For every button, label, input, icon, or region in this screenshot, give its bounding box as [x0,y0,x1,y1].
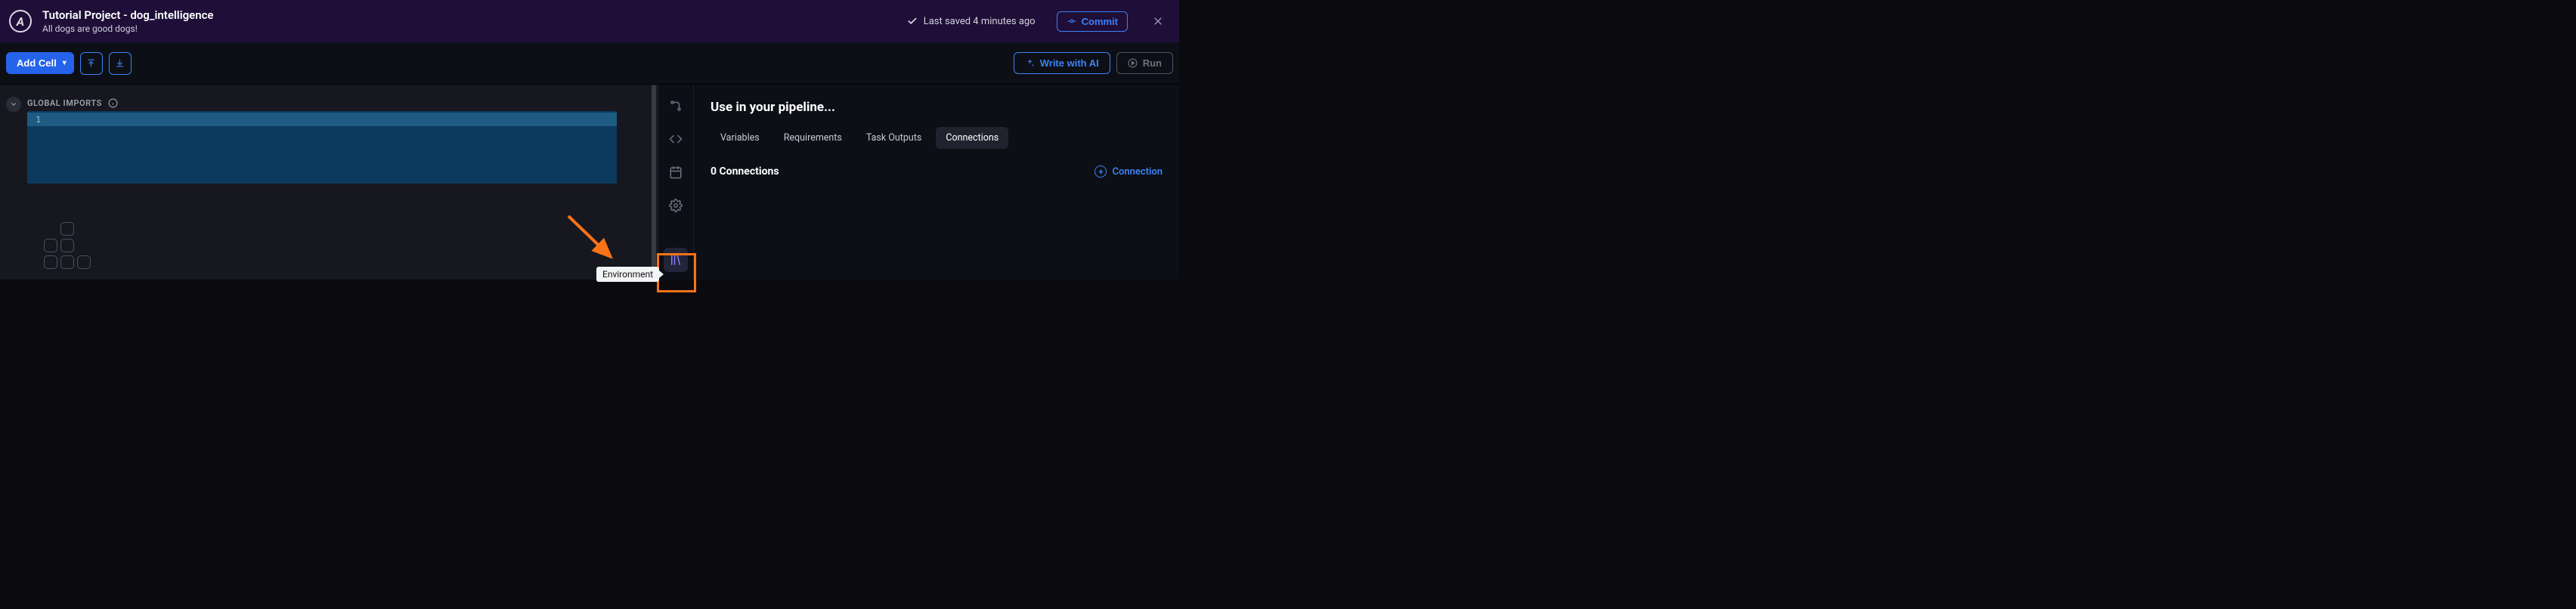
tab-requirements[interactable]: Requirements [774,127,852,149]
tab-task-outputs[interactable]: Task Outputs [856,127,932,149]
scrollbar[interactable] [652,85,656,280]
nav-cell[interactable] [77,255,91,269]
editor-pane: GLOBAL IMPORTS 1 [0,85,658,280]
cell-area: GLOBAL IMPORTS 1 [0,85,658,199]
connections-count: 0 Connections [711,165,779,178]
sparkle-icon [1025,58,1035,68]
panel-tabs: Variables Requirements Task Outputs Conn… [711,127,1163,149]
plus-circle-icon: + [1094,165,1107,178]
run-button[interactable]: Run [1116,52,1173,74]
add-cell-button[interactable]: Add Cell ▾ [6,52,74,74]
insert-above-icon [86,58,96,68]
side-rail: Environment [658,85,694,280]
rail-settings-button[interactable] [664,193,688,218]
gear-icon [669,199,683,212]
play-icon [1128,58,1138,68]
annotation-arrow-icon [565,213,618,263]
commit-label: Commit [1082,16,1118,27]
git-commit-icon [1067,16,1077,26]
cell-navigator[interactable] [44,222,91,269]
project-title: Tutorial Project - dog_intelligence [42,8,213,22]
title-block: Tutorial Project - dog_intelligence All … [42,8,213,34]
rail-schedule-button[interactable] [664,160,688,184]
line-number: 1 [27,115,47,125]
editor-toolbar: Add Cell ▾ Write with AI Run [0,42,1179,85]
pipeline-icon [669,99,683,113]
nav-cell[interactable] [44,255,57,269]
right-panel: Use in your pipeline... Variables Requir… [694,85,1179,280]
cell-section-header: GLOBAL IMPORTS [27,98,638,108]
check-icon [907,16,918,26]
save-status: Last saved 4 minutes ago [907,16,1036,27]
environment-tooltip: Environment [596,267,659,282]
nav-cell[interactable] [60,222,74,236]
rail-pipeline-button[interactable] [664,94,688,118]
close-button[interactable] [1146,9,1170,33]
tab-variables[interactable]: Variables [711,127,769,149]
code-editor[interactable]: 1 [27,111,617,184]
chevron-down-icon [10,100,17,108]
panel-title: Use in your pipeline... [711,100,1163,115]
add-cell-label: Add Cell [17,57,57,69]
code-icon [669,132,683,146]
brand-logo-icon: A [9,10,32,32]
nav-cell[interactable] [44,239,57,252]
chevron-down-icon: ▾ [63,59,67,67]
rail-code-button[interactable] [664,127,688,151]
commit-button[interactable]: Commit [1057,11,1128,32]
code-line: 1 [27,113,617,126]
section-label: GLOBAL IMPORTS [27,98,102,108]
insert-below-icon [115,58,125,68]
calendar-icon [669,165,683,179]
insert-above-button[interactable] [80,52,103,75]
tab-connections[interactable]: Connections [936,127,1008,149]
tooltip-text: Environment [602,269,653,280]
main-area: GLOBAL IMPORTS 1 [0,85,1179,280]
app-header: A Tutorial Project - dog_intelligence Al… [0,0,1179,42]
add-connection-label: Connection [1112,166,1163,178]
connections-row: 0 Connections + Connection [711,165,1163,178]
add-connection-button[interactable]: + Connection [1094,165,1163,178]
write-with-ai-button[interactable]: Write with AI [1014,52,1110,74]
nav-cell[interactable] [60,255,74,269]
run-label: Run [1143,57,1162,69]
project-subtitle: All dogs are good dogs! [42,23,213,34]
nav-cell[interactable] [60,239,74,252]
info-icon[interactable] [108,98,118,108]
close-icon [1152,15,1164,27]
write-ai-label: Write with AI [1040,57,1099,69]
save-status-text: Last saved 4 minutes ago [924,16,1036,27]
insert-below-button[interactable] [109,52,132,75]
cell-collapse-toggle[interactable] [6,97,21,112]
